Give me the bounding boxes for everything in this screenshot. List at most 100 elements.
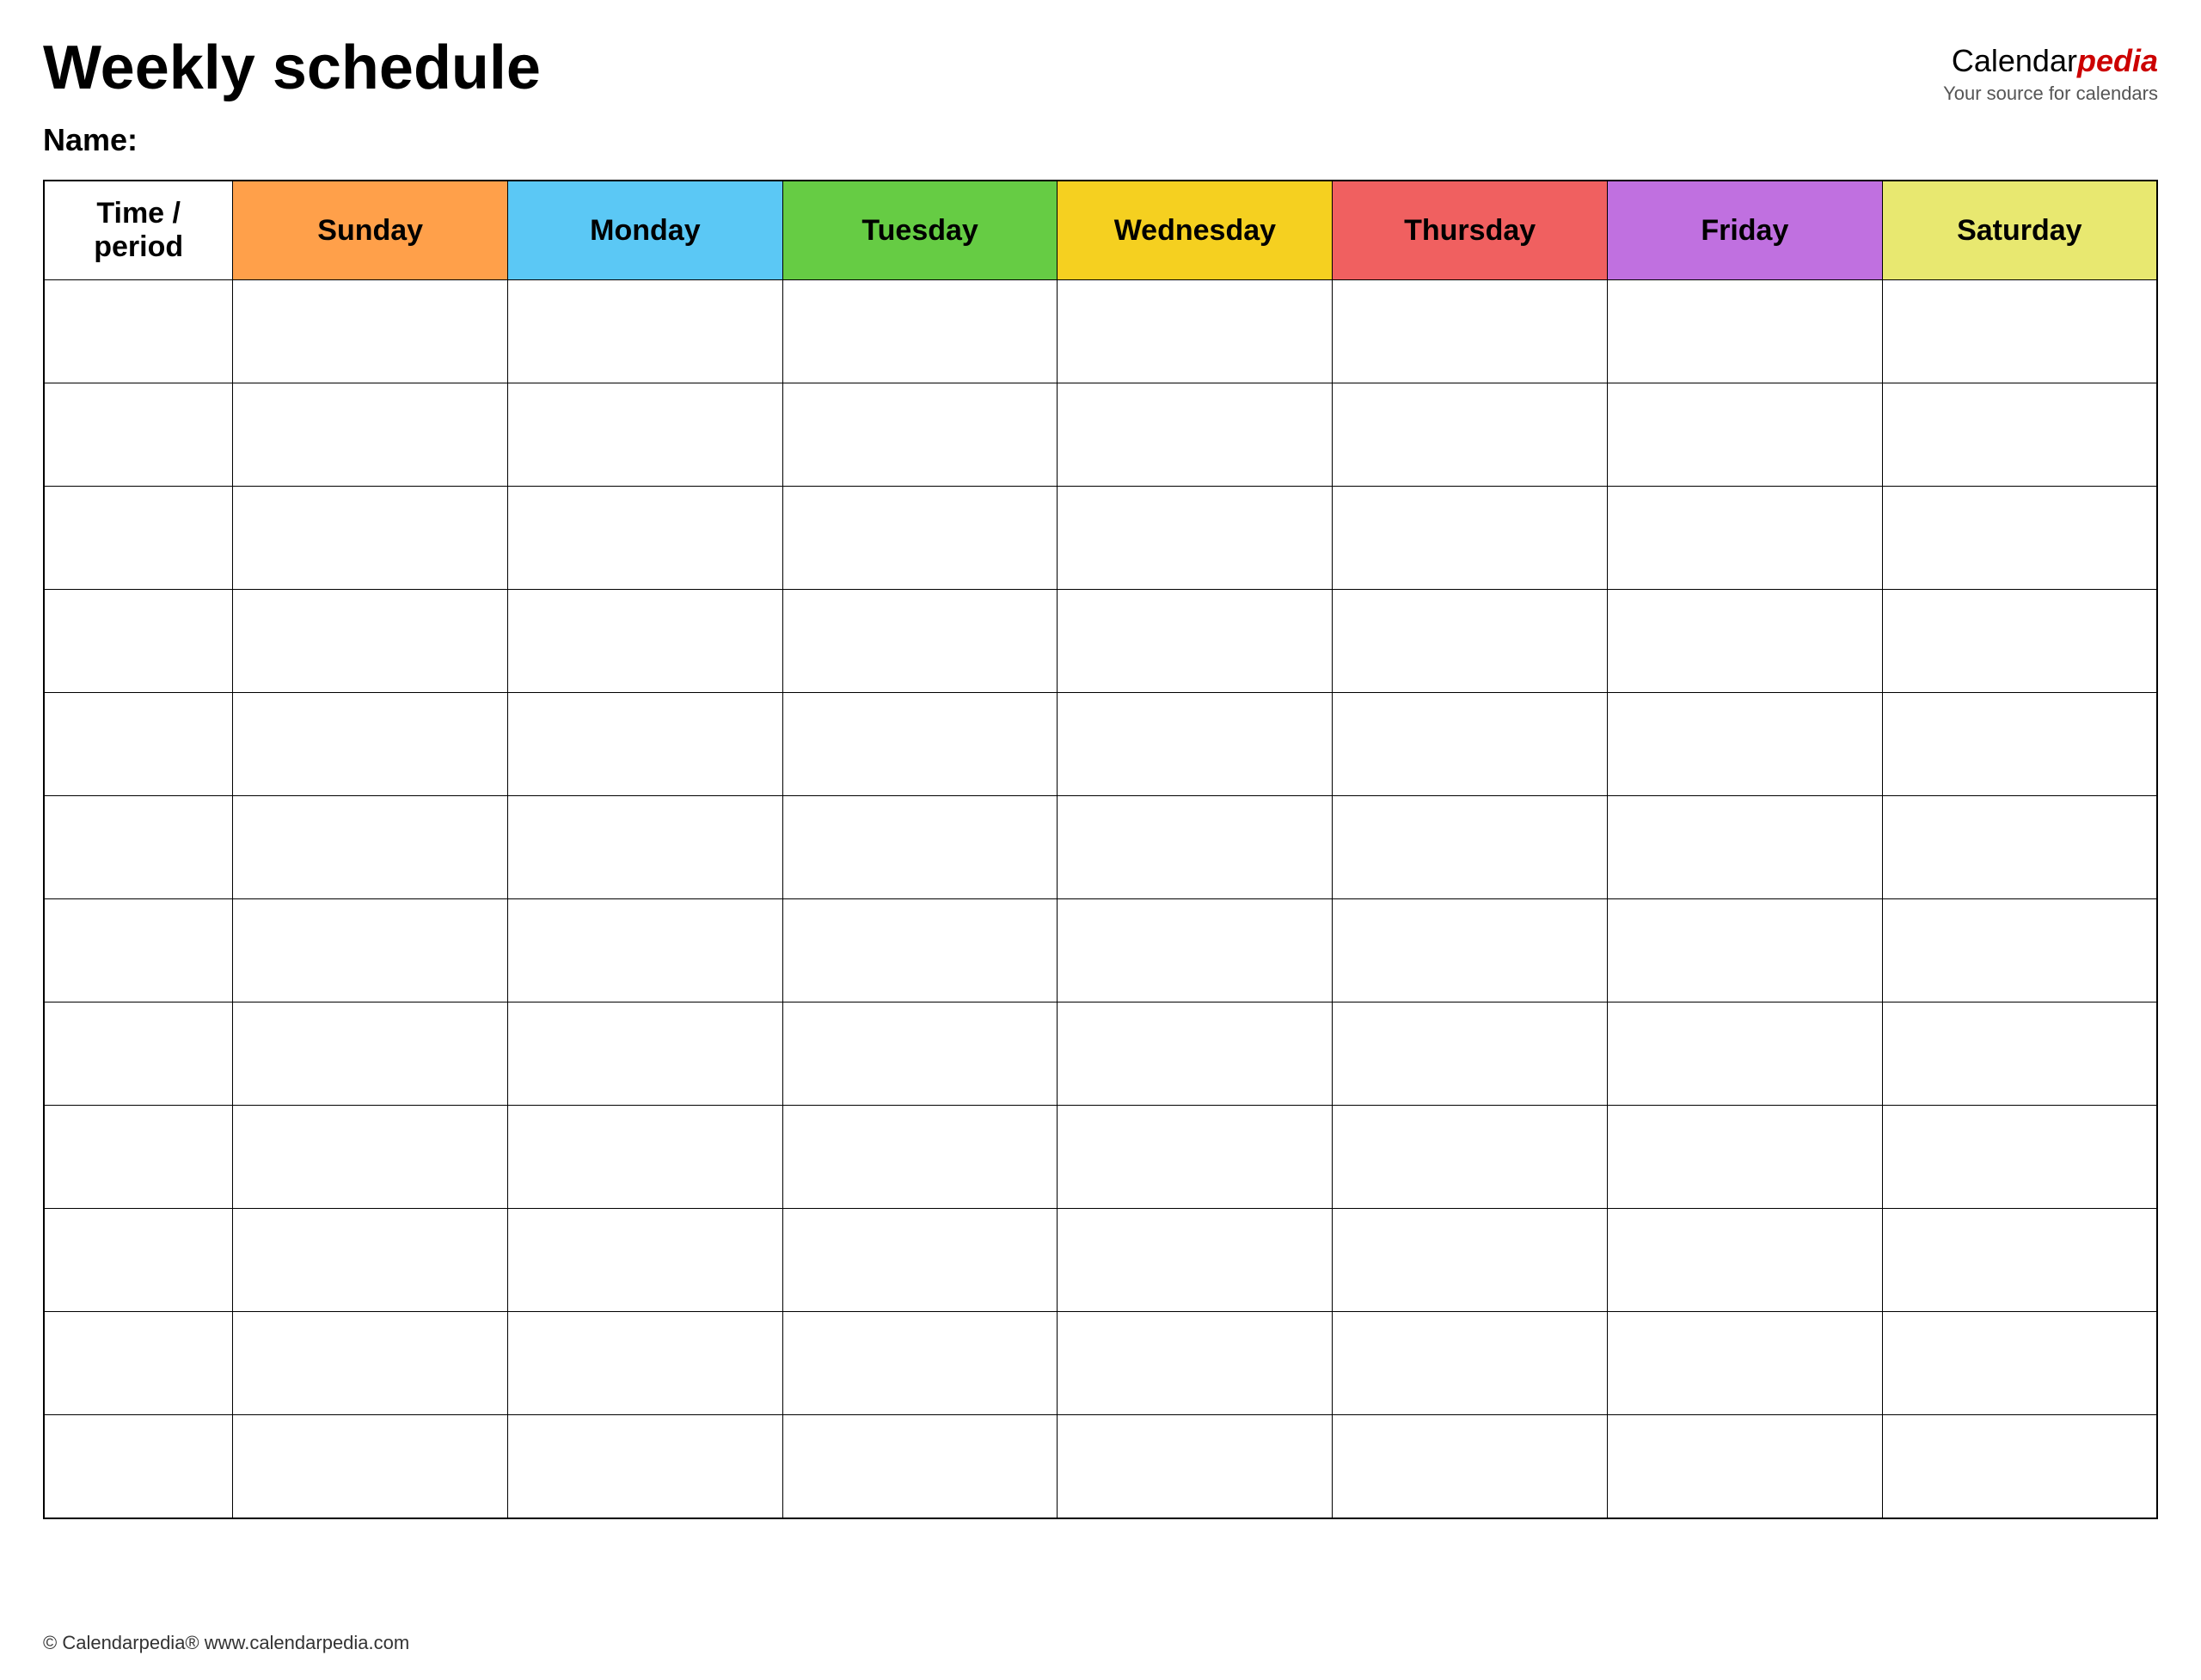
table-cell[interactable] bbox=[508, 487, 783, 590]
table-cell[interactable] bbox=[44, 1209, 233, 1312]
table-cell[interactable] bbox=[44, 693, 233, 796]
table-cell[interactable] bbox=[1882, 1209, 2157, 1312]
table-cell[interactable] bbox=[44, 1106, 233, 1209]
table-cell[interactable] bbox=[1882, 1415, 2157, 1518]
table-cell[interactable] bbox=[508, 1415, 783, 1518]
table-cell[interactable] bbox=[44, 796, 233, 899]
table-row bbox=[44, 383, 2157, 487]
table-cell[interactable] bbox=[1882, 693, 2157, 796]
table-cell[interactable] bbox=[508, 693, 783, 796]
table-cell[interactable] bbox=[508, 796, 783, 899]
table-cell[interactable] bbox=[233, 1106, 508, 1209]
table-cell[interactable] bbox=[1333, 1415, 1608, 1518]
table-cell[interactable] bbox=[44, 487, 233, 590]
table-cell[interactable] bbox=[1882, 590, 2157, 693]
table-cell[interactable] bbox=[1333, 383, 1608, 487]
table-cell[interactable] bbox=[1058, 899, 1333, 1002]
table-cell[interactable] bbox=[1058, 487, 1333, 590]
table-cell[interactable] bbox=[1882, 383, 2157, 487]
table-cell[interactable] bbox=[233, 1415, 508, 1518]
table-cell[interactable] bbox=[1882, 280, 2157, 383]
table-cell[interactable] bbox=[1333, 1312, 1608, 1415]
table-cell[interactable] bbox=[1608, 590, 1883, 693]
table-cell[interactable] bbox=[1608, 796, 1883, 899]
table-cell[interactable] bbox=[44, 1312, 233, 1415]
table-cell[interactable] bbox=[782, 899, 1058, 1002]
table-cell[interactable] bbox=[233, 899, 508, 1002]
table-cell[interactable] bbox=[1882, 796, 2157, 899]
table-cell[interactable] bbox=[782, 590, 1058, 693]
table-cell[interactable] bbox=[1333, 1209, 1608, 1312]
table-cell[interactable] bbox=[508, 1002, 783, 1106]
table-cell[interactable] bbox=[782, 796, 1058, 899]
table-cell[interactable] bbox=[1333, 280, 1608, 383]
table-cell[interactable] bbox=[1882, 1002, 2157, 1106]
table-cell[interactable] bbox=[1058, 383, 1333, 487]
table-cell[interactable] bbox=[1882, 1312, 2157, 1415]
table-cell[interactable] bbox=[1882, 487, 2157, 590]
table-cell[interactable] bbox=[1058, 1415, 1333, 1518]
table-cell[interactable] bbox=[782, 1209, 1058, 1312]
table-cell[interactable] bbox=[233, 383, 508, 487]
table-cell[interactable] bbox=[44, 383, 233, 487]
table-cell[interactable] bbox=[782, 1106, 1058, 1209]
table-row bbox=[44, 796, 2157, 899]
table-cell[interactable] bbox=[508, 1209, 783, 1312]
table-cell[interactable] bbox=[233, 1002, 508, 1106]
table-cell[interactable] bbox=[44, 590, 233, 693]
table-cell[interactable] bbox=[1882, 1106, 2157, 1209]
table-cell[interactable] bbox=[233, 796, 508, 899]
table-cell[interactable] bbox=[1058, 1106, 1333, 1209]
table-cell[interactable] bbox=[1608, 280, 1883, 383]
table-cell[interactable] bbox=[782, 383, 1058, 487]
table-cell[interactable] bbox=[1608, 899, 1883, 1002]
table-cell[interactable] bbox=[233, 280, 508, 383]
table-cell[interactable] bbox=[44, 280, 233, 383]
table-cell[interactable] bbox=[233, 693, 508, 796]
table-cell[interactable] bbox=[508, 383, 783, 487]
table-cell[interactable] bbox=[1058, 693, 1333, 796]
table-cell[interactable] bbox=[1058, 1002, 1333, 1106]
table-cell[interactable] bbox=[1608, 487, 1883, 590]
table-cell[interactable] bbox=[782, 1312, 1058, 1415]
table-cell[interactable] bbox=[1333, 693, 1608, 796]
logo-calendar-text: Calendar bbox=[1952, 43, 2077, 78]
table-cell[interactable] bbox=[1608, 1415, 1883, 1518]
table-cell[interactable] bbox=[1608, 1002, 1883, 1106]
table-cell[interactable] bbox=[1882, 899, 2157, 1002]
table-cell[interactable] bbox=[508, 1312, 783, 1415]
table-cell[interactable] bbox=[508, 590, 783, 693]
table-cell[interactable] bbox=[44, 899, 233, 1002]
table-cell[interactable] bbox=[1333, 899, 1608, 1002]
table-cell[interactable] bbox=[782, 693, 1058, 796]
table-cell[interactable] bbox=[1333, 590, 1608, 693]
table-cell[interactable] bbox=[1058, 280, 1333, 383]
table-cell[interactable] bbox=[508, 280, 783, 383]
table-cell[interactable] bbox=[1333, 1002, 1608, 1106]
table-cell[interactable] bbox=[508, 1106, 783, 1209]
table-cell[interactable] bbox=[1608, 1312, 1883, 1415]
table-cell[interactable] bbox=[1058, 1312, 1333, 1415]
table-cell[interactable] bbox=[233, 1209, 508, 1312]
table-cell[interactable] bbox=[782, 280, 1058, 383]
table-cell[interactable] bbox=[1058, 590, 1333, 693]
table-cell[interactable] bbox=[1608, 693, 1883, 796]
table-cell[interactable] bbox=[508, 899, 783, 1002]
table-cell[interactable] bbox=[233, 590, 508, 693]
table-cell[interactable] bbox=[1608, 1209, 1883, 1312]
table-cell[interactable] bbox=[1608, 1106, 1883, 1209]
table-cell[interactable] bbox=[1608, 383, 1883, 487]
table-cell[interactable] bbox=[1333, 487, 1608, 590]
table-cell[interactable] bbox=[1333, 1106, 1608, 1209]
table-cell[interactable] bbox=[1058, 1209, 1333, 1312]
table-cell[interactable] bbox=[782, 487, 1058, 590]
table-cell[interactable] bbox=[44, 1415, 233, 1518]
table-cell[interactable] bbox=[233, 1312, 508, 1415]
table-cell[interactable] bbox=[233, 487, 508, 590]
table-header-row: Time / period Sunday Monday Tuesday Wedn… bbox=[44, 181, 2157, 280]
table-cell[interactable] bbox=[782, 1002, 1058, 1106]
table-cell[interactable] bbox=[1058, 796, 1333, 899]
table-cell[interactable] bbox=[44, 1002, 233, 1106]
table-cell[interactable] bbox=[1333, 796, 1608, 899]
table-cell[interactable] bbox=[782, 1415, 1058, 1518]
